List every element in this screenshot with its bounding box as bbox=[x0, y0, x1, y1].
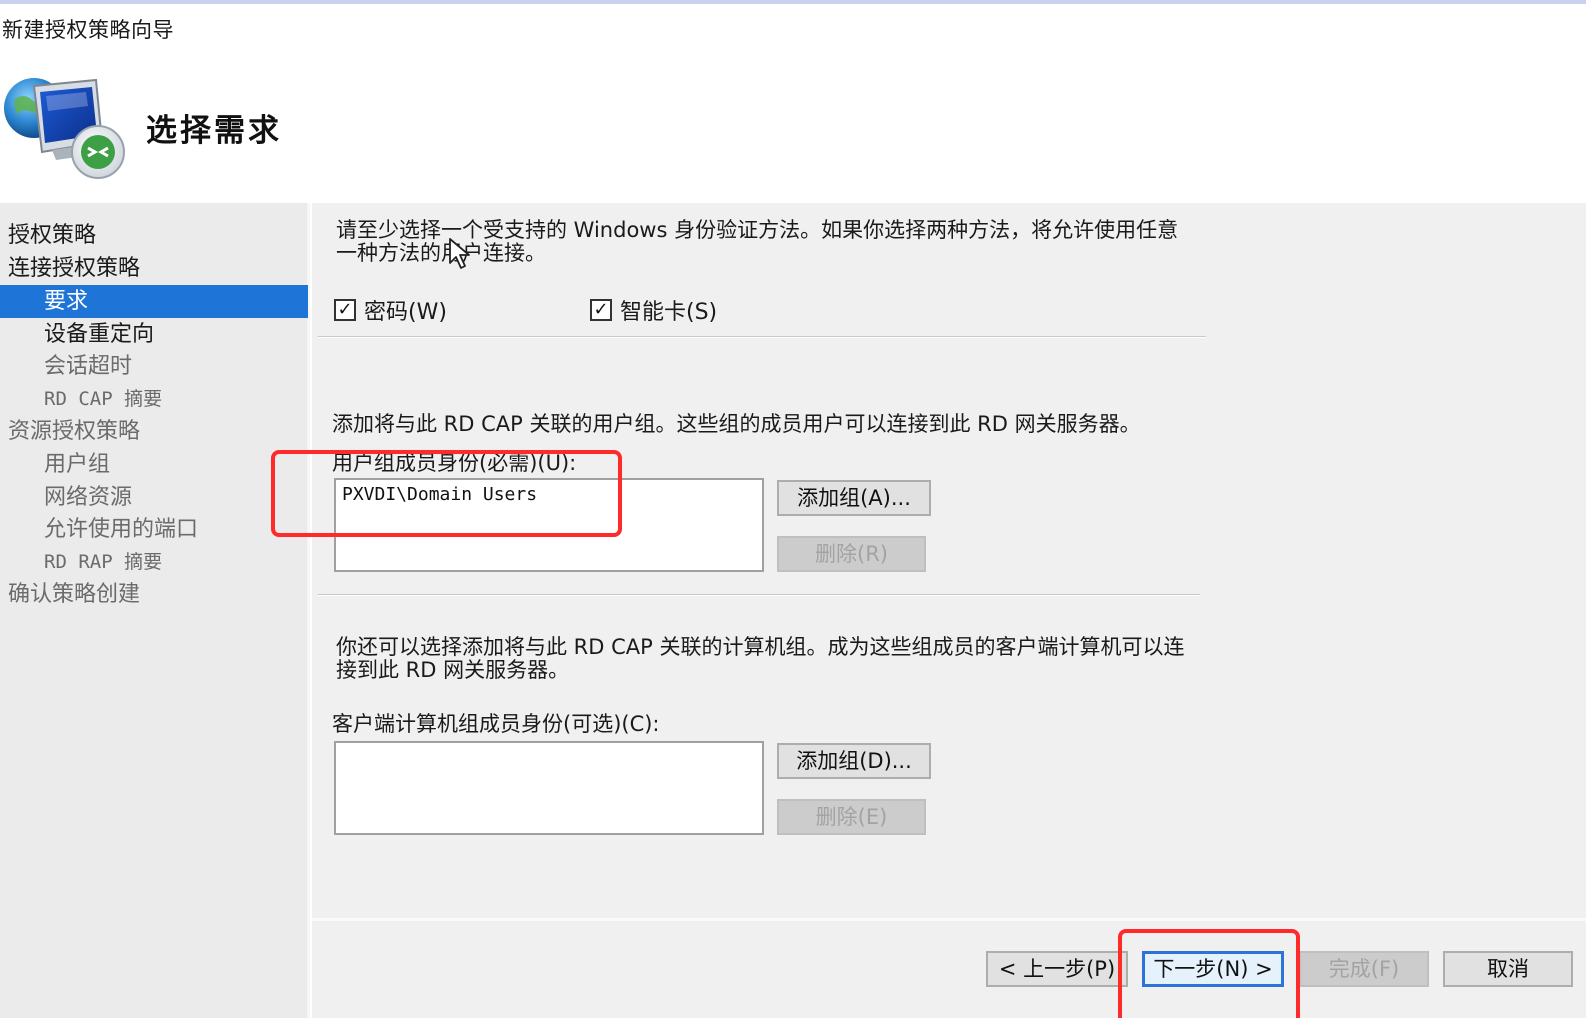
remove-user-group-button[interactable]: 删除(R) bbox=[777, 536, 926, 572]
smartcard-checkbox-label: 智能卡(S) bbox=[620, 300, 718, 325]
page-title: 选择需求 bbox=[146, 113, 282, 149]
nav-step-network-resources: 网络资源 bbox=[44, 485, 133, 510]
password-checkbox-label: 密码(W) bbox=[364, 300, 447, 325]
add-user-group-button[interactable]: 添加组(A)... bbox=[777, 480, 931, 516]
window-title: 新建授权策略向导 bbox=[2, 18, 174, 42]
remove-computer-group-button[interactable]: 删除(E) bbox=[777, 799, 926, 835]
nav-step-resource-policy: 资源授权策略 bbox=[8, 419, 141, 444]
password-checkbox[interactable]: ✓ 密码(W) bbox=[334, 294, 447, 326]
nav-step-connection-policy[interactable]: 连接授权策略 bbox=[0, 252, 308, 285]
remote-desktop-gateway-icon bbox=[4, 78, 125, 179]
cancel-button[interactable]: 取消 bbox=[1443, 951, 1573, 987]
checkmark-icon[interactable]: ✓ bbox=[590, 299, 612, 321]
smartcard-checkbox[interactable]: ✓ 智能卡(S) bbox=[590, 294, 717, 326]
section-divider bbox=[318, 594, 1200, 596]
nav-step-user-groups: 用户组 bbox=[44, 452, 111, 477]
add-computer-group-button[interactable]: 添加组(D)... bbox=[777, 743, 931, 779]
wizard-steps-sidebar: 授权策略 连接授权策略 要求 设备重定向 会话超时 RD CAP 摘要 资源授权… bbox=[0, 203, 310, 1018]
nav-step-authorization-policy[interactable]: 授权策略 bbox=[0, 219, 308, 252]
computer-groups-listbox[interactable] bbox=[334, 741, 764, 835]
nav-step-rd-rap-summary: RD RAP 摘要 bbox=[44, 551, 163, 573]
next-button-highlight-box bbox=[1118, 929, 1300, 1018]
nav-step-device-redirection[interactable]: 设备重定向 bbox=[0, 318, 308, 351]
checkmark-icon[interactable]: ✓ bbox=[334, 299, 356, 321]
computer-groups-description: 你还可以选择添加将与此 RD CAP 关联的计算机组。成为这些组成员的客户端计算… bbox=[336, 635, 1185, 682]
nav-step-confirm-creation: 确认策略创建 bbox=[8, 582, 141, 607]
nav-step-allowed-ports: 允许使用的端口 bbox=[44, 517, 199, 542]
computer-groups-field-label: 客户端计算机组成员身份(可选)(C): bbox=[332, 712, 660, 736]
nav-step-session-timeout: 会话超时 bbox=[44, 354, 133, 379]
section-divider bbox=[318, 336, 1206, 338]
nav-step-requirements[interactable]: 要求 bbox=[0, 285, 308, 318]
mouse-cursor-icon bbox=[449, 238, 470, 269]
title-bar-strip bbox=[0, 0, 1586, 4]
user-groups-description: 添加将与此 RD CAP 关联的用户组。这些组的成员用户可以连接到此 RD 网关… bbox=[332, 412, 1141, 436]
user-group-highlight-box bbox=[271, 450, 622, 537]
finish-button[interactable]: 完成(F) bbox=[1299, 951, 1429, 987]
nav-step-rd-cap-summary: RD CAP 摘要 bbox=[44, 388, 163, 410]
back-button[interactable]: < 上一步(P) bbox=[986, 951, 1128, 987]
